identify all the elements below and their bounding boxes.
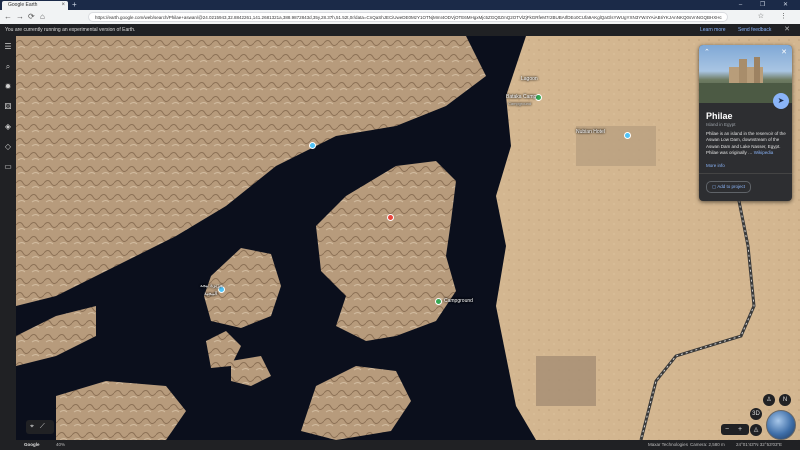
tab-title: Google Earth [8, 2, 38, 8]
compass-icon[interactable]: N [779, 394, 791, 406]
card-description-text: Philae is an island in the reservoir of … [706, 131, 786, 155]
campground-pin[interactable] [435, 298, 442, 305]
camp-label[interactable]: Bataka Camp [506, 94, 536, 100]
banner-message: You are currently running an experimenta… [5, 27, 136, 33]
zoom-in-button[interactable]: + [738, 424, 742, 435]
card-collapse-icon[interactable]: ⌃ [704, 48, 710, 56]
coordinates: 24°01'43"N 32°53'03"E [736, 442, 783, 447]
new-tab-button[interactable]: + [72, 0, 77, 10]
hotel-label[interactable]: Nubian Hotel [576, 129, 605, 135]
map-imagery [16, 36, 800, 440]
zoom-control: − + [721, 424, 749, 435]
back-icon[interactable]: ← [4, 11, 12, 23]
globe-icon[interactable] [766, 410, 796, 440]
hotel-pin[interactable] [624, 132, 631, 139]
card-description: Philae is an island in the reservoir of … [706, 131, 786, 156]
3d-toggle[interactable]: 3D [750, 408, 762, 420]
learn-more-link[interactable]: Learn more [700, 24, 726, 36]
send-feedback-link[interactable]: Send feedback [738, 24, 771, 36]
address-bar[interactable]: https://earth.google.com/web/search/Phil… [88, 12, 728, 22]
card-title: Philae [706, 111, 733, 121]
camp-sub-label: Campground [508, 101, 532, 106]
add-to-project-label: Add to project [717, 184, 746, 189]
more-info-link[interactable]: More info [706, 163, 725, 168]
share-icon[interactable]: ➤ [773, 93, 789, 109]
banner-close-icon[interactable]: ✕ [784, 24, 790, 36]
measure-line-icon[interactable]: ⟋ [40, 423, 45, 430]
experimental-banner: You are currently running an experimenta… [0, 24, 800, 36]
card-close-icon[interactable]: ✕ [781, 48, 787, 56]
feeling-lucky-icon[interactable]: ⚄ [3, 102, 13, 112]
browser-tab-bar: Google Earth × + – ❐ ✕ [0, 0, 800, 10]
attribution[interactable]: Maxar Technologies [648, 440, 688, 450]
map-tools: ⌖ ⟋ [26, 420, 54, 434]
campground-label[interactable]: Campground [444, 298, 473, 304]
tilt-icon[interactable]: ◬ [750, 424, 762, 436]
home-icon[interactable]: ⌂ [40, 11, 45, 23]
wikipedia-link[interactable]: Wikipedia [754, 150, 774, 155]
satellite-map[interactable]: Bataka Camp Campground Nubian Hotel جزير… [16, 36, 800, 440]
google-logo: Google [24, 442, 40, 447]
knowledge-card: ⌃ ✕ Philae Island in Egypt Philae is an … [699, 45, 792, 201]
menu-icon[interactable]: ☰ [3, 42, 13, 52]
card-subtitle: Island in Egypt [706, 122, 736, 127]
measure-icon[interactable]: ▭ [3, 162, 13, 172]
projects-icon[interactable]: ◈ [3, 122, 13, 132]
forward-icon[interactable]: → [16, 11, 24, 23]
place-pin[interactable] [309, 142, 316, 149]
search-icon[interactable]: ⌕ [3, 62, 13, 72]
status-bar: Google 40% Maxar Technologies Camera: 2,… [0, 440, 800, 450]
load-percent: 40% [56, 442, 66, 447]
card-divider [699, 173, 792, 174]
add-to-project-button[interactable]: ▢ Add to project [706, 181, 752, 193]
island-label-2: البيجية [204, 291, 218, 297]
pegman-icon[interactable]: ♙ [763, 394, 775, 406]
island-label[interactable]: جزيرة بيجه [200, 283, 223, 289]
location-icon[interactable]: ⌖ [30, 423, 34, 430]
browser-tab[interactable]: Google Earth × [2, 1, 68, 10]
tab-close-icon[interactable]: × [61, 1, 65, 10]
philae-pin[interactable] [387, 214, 394, 221]
reload-icon[interactable]: ⟳ [28, 11, 35, 23]
window-controls[interactable]: – ❐ ✕ [739, 0, 796, 10]
voyager-icon[interactable]: ✹ [3, 82, 13, 92]
browser-menu-icons[interactable]: ☆ ⋮ [758, 11, 794, 23]
camera-altitude: Camera: 2,580 m [690, 442, 725, 447]
top-place-label[interactable]: Lagoon [521, 76, 538, 82]
map-style-icon[interactable]: ◇ [3, 142, 13, 152]
zoom-out-button[interactable]: − [725, 424, 729, 435]
browser-toolbar: ← → ⟳ ⌂ https://earth.google.com/web/sea… [0, 10, 800, 24]
earth-sidebar: ☰ ⌕ ✹ ⚄ ◈ ◇ ▭ [0, 36, 16, 440]
village [536, 356, 596, 406]
